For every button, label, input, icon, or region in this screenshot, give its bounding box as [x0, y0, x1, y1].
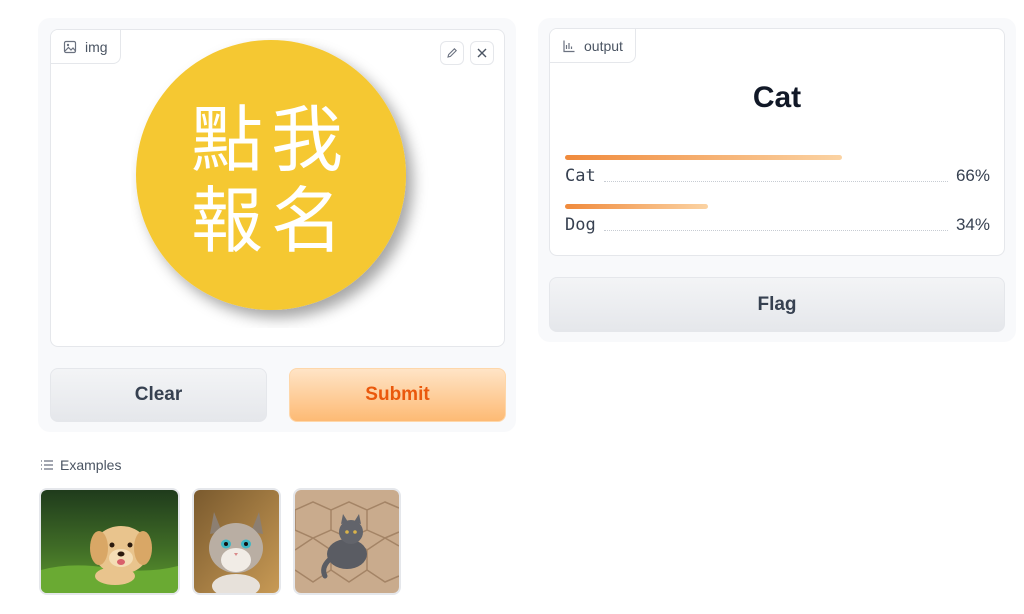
- image-icon: [63, 40, 77, 53]
- clear-button-label: Clear: [134, 384, 183, 405]
- predicted-label: Cat: [752, 81, 802, 114]
- examples-header: Examples: [40, 457, 121, 473]
- confidence-bar: [565, 204, 708, 209]
- badge-text-line2: 報名: [191, 179, 351, 263]
- image-input-block[interactable]: 點我 報名 img: [50, 29, 505, 347]
- confidence-percent: 66%: [955, 166, 990, 185]
- output-panel: output Cat Cat 66% Dog 34% Flag: [538, 18, 1016, 342]
- example-puppy-thumbnail[interactable]: [39, 488, 180, 595]
- list-icon: [41, 460, 53, 470]
- clear-button[interactable]: Clear: [50, 368, 267, 422]
- label-output-block: output Cat Cat 66% Dog 34%: [549, 28, 1005, 256]
- clear-image-button[interactable]: [470, 41, 494, 65]
- input-panel: 點我 報名 img Clear Submit: [38, 18, 516, 432]
- puppy-image: [41, 490, 178, 593]
- example-kitten-thumbnail[interactable]: [192, 488, 281, 595]
- example-gray-cat-thumbnail[interactable]: [293, 488, 401, 595]
- close-icon: [477, 48, 487, 58]
- edit-image-button[interactable]: [440, 41, 464, 65]
- badge-text-line1: 點我: [191, 98, 351, 182]
- confidence-dots: [603, 230, 948, 231]
- confidence-dots: [603, 181, 948, 182]
- flag-button-label: Flag: [757, 293, 797, 315]
- submit-button[interactable]: Submit: [289, 368, 506, 422]
- image-input-label: img: [51, 30, 121, 64]
- kitten-image: [194, 490, 279, 593]
- confidence-label: Dog: [565, 215, 596, 235]
- pencil-icon: [447, 48, 457, 58]
- gray-cat-image: [295, 490, 399, 593]
- output-label: output: [550, 29, 636, 63]
- confidence-row: Dog 34%: [565, 204, 990, 235]
- confidence-bar: [565, 155, 843, 160]
- confidence-label: Cat: [565, 166, 596, 186]
- examples-label: Examples: [60, 457, 122, 473]
- confidence-percent: 34%: [955, 215, 990, 234]
- output-label-text: output: [584, 37, 623, 54]
- image-input-label-text: img: [85, 38, 108, 55]
- confidence-row: Cat 66%: [565, 155, 990, 186]
- flag-button[interactable]: Flag: [549, 277, 1005, 332]
- submit-button-label: Submit: [365, 384, 430, 405]
- image-canvas[interactable]: 點我 報名: [51, 30, 504, 346]
- bar-chart-icon: [563, 40, 575, 52]
- signup-badge-image: 點我 報名: [136, 40, 406, 310]
